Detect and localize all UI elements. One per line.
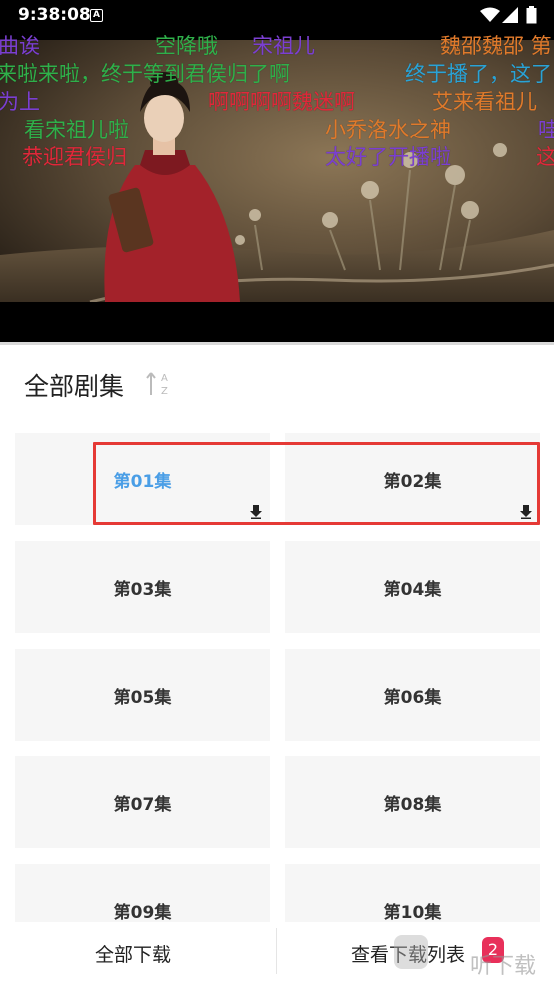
episode-label: 第08集 (383, 794, 442, 815)
download-all-button[interactable]: 全部下载 (95, 940, 171, 967)
episode-label: 第01集 (113, 471, 172, 492)
sort-az-icon[interactable]: A Z (145, 369, 173, 397)
episode-item-08[interactable]: 第08集 (285, 756, 540, 848)
panel-title: 全部剧集 (24, 372, 125, 401)
episode-item-01[interactable]: 第01集 (15, 433, 270, 525)
status-bar: 9:38:08 A (0, 0, 554, 30)
episode-label: 第10集 (383, 902, 442, 923)
danmaku-comment: 艾来看祖儿 (432, 90, 537, 114)
danmaku-comment: 恭迎君侯归 (22, 145, 127, 169)
episodes-panel: 全部剧集 A Z 第01集 第02集 第03集 第04集 第05集 第06集 第… (0, 342, 554, 984)
danmaku-comment: 啊啊啊啊魏迷啊 (208, 90, 355, 114)
episode-label: 第02集 (383, 471, 442, 492)
episode-label: 第07集 (113, 794, 172, 815)
bottom-divider (276, 928, 277, 974)
episode-item-07[interactable]: 第07集 (15, 756, 270, 848)
danmaku-comment: 来啦来啦，终于等到君侯归了啊 (0, 62, 290, 86)
downloaded-icon (250, 505, 262, 519)
episode-item-03[interactable]: 第03集 (15, 541, 270, 633)
danmaku-comment: 看宋祖儿啦 (24, 118, 129, 142)
danmaku-comment: 终于播了，这了 (405, 62, 552, 86)
episode-item-04[interactable]: 第04集 (285, 541, 540, 633)
episode-item-02[interactable]: 第02集 (285, 433, 540, 525)
episode-label: 第06集 (383, 687, 442, 708)
danmaku-comment: 曲诶 (0, 34, 40, 58)
svg-text:A: A (161, 373, 168, 384)
svg-text:Z: Z (161, 386, 168, 397)
danmaku-comment: 宋祖儿 (252, 34, 315, 58)
episode-item-05[interactable]: 第05集 (15, 649, 270, 741)
danmaku-comment: 这 (536, 145, 554, 169)
danmaku-comment: 魏邵魏邵 第 (440, 34, 552, 58)
video-player[interactable]: 曲诶 空降哦 宋祖儿 魏邵魏邵 第 来啦来啦，终于等到君侯归了啊 终于播了，这了… (0, 30, 554, 342)
danmaku-comment: 小乔洛水之神 (325, 118, 451, 142)
episode-label: 第04集 (383, 579, 442, 600)
watermark-logo-icon (394, 935, 428, 969)
signal-icon (502, 7, 518, 23)
battery-icon (526, 6, 537, 24)
episode-label: 第09集 (113, 902, 172, 923)
downloaded-icon (520, 505, 532, 519)
danmaku-comment: 太好了开播啦 (325, 145, 451, 169)
danmaku-comment: 为上 (0, 90, 40, 114)
episode-label: 第03集 (113, 579, 172, 600)
danmaku-comment: 空降哦 (155, 34, 218, 58)
episode-item-06[interactable]: 第06集 (285, 649, 540, 741)
wifi-icon (480, 7, 500, 22)
danmaku-comment: 哇 (538, 118, 554, 142)
status-time: 9:38:08 (18, 5, 91, 25)
watermark-text: 听下载 (470, 954, 537, 979)
notification-icon: A (90, 9, 103, 22)
episode-label: 第05集 (113, 687, 172, 708)
